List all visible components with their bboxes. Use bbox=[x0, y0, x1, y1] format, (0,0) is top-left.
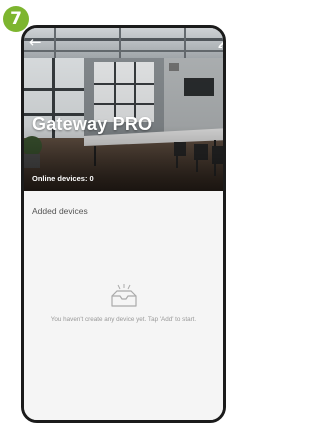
devices-section: Added devices You haven't create any dev… bbox=[24, 191, 223, 420]
added-devices-label: Added devices bbox=[32, 206, 88, 216]
online-devices-count: Online devices: 0 bbox=[32, 174, 94, 183]
header-image: ← Gateway PRO Online devices: 0 bbox=[24, 28, 223, 191]
phone-screen: ← Gateway PRO Online devices: 0 Added de… bbox=[21, 25, 226, 423]
empty-state-message: You haven't create any device yet. Tap '… bbox=[50, 316, 197, 323]
office-photo bbox=[24, 28, 223, 191]
empty-inbox-icon bbox=[107, 283, 141, 314]
gateway-title: Gateway PRO bbox=[32, 114, 153, 134]
back-arrow-icon[interactable]: ← bbox=[29, 35, 42, 50]
step-number-badge: 7 bbox=[3, 6, 29, 32]
